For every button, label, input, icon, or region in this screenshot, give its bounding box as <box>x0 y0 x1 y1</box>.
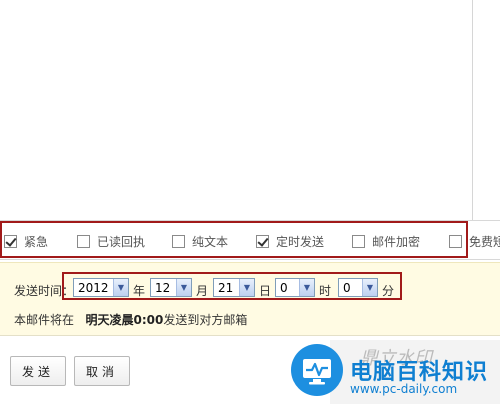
options-highlight-box <box>0 221 468 258</box>
notice-prefix: 本邮件将在 <box>14 313 75 327</box>
notice-suffix: 发送到对方邮箱 <box>163 313 248 327</box>
send-button[interactable]: 发送 <box>10 356 66 386</box>
watermark-url: www.pc-daily.com <box>350 382 458 396</box>
cancel-button[interactable]: 取消 <box>74 356 130 386</box>
editor-border <box>0 0 473 220</box>
free-sms-label: 免费短 <box>469 234 500 249</box>
monitor-logo-icon <box>291 344 343 396</box>
schedule-notice: 本邮件将在 明天凌晨0:00发送到对方邮箱 <box>14 311 247 328</box>
message-body-editor[interactable] <box>0 0 500 220</box>
schedule-highlight-box <box>62 272 402 300</box>
notice-time: 明天凌晨0:00 <box>85 313 164 327</box>
